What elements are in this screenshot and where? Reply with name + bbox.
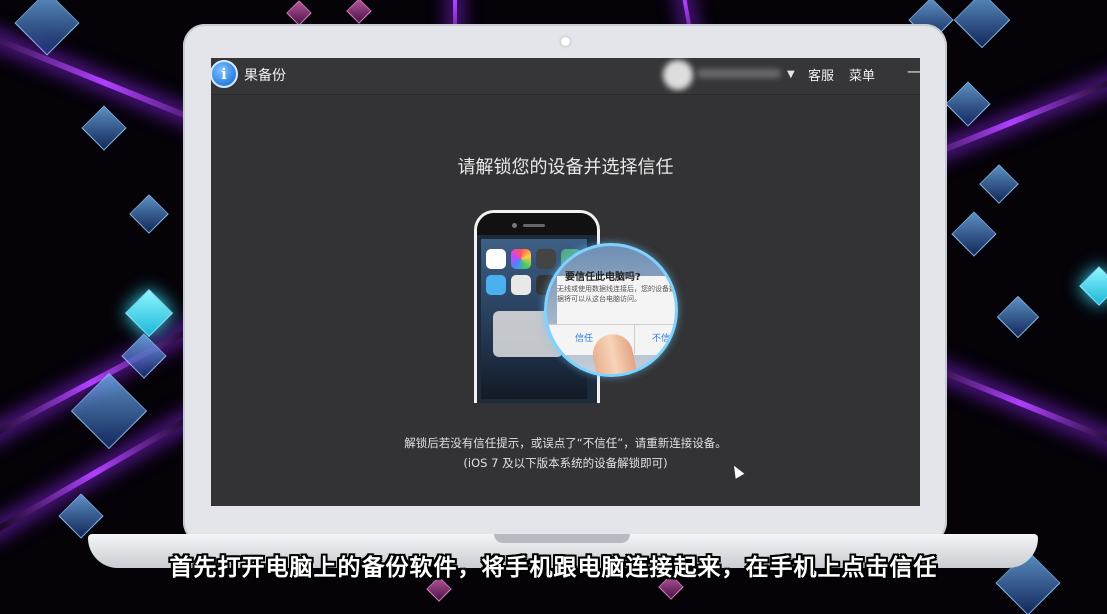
phone-speaker <box>477 213 597 235</box>
ios-version-hint: (iOS 7 及以下版本系统的设备解锁即可) <box>463 456 668 470</box>
page-heading: 请解锁您的设备并选择信任 <box>457 157 674 178</box>
customer-service-button[interactable]: 客服 <box>808 65 834 84</box>
app-title: 果备份 <box>244 68 286 84</box>
crystal <box>286 0 312 26</box>
crystal <box>124 288 174 338</box>
logo-icon-glyph: i <box>221 65 227 83</box>
trust-dialog-title: 要信任此电脑吗? <box>565 272 641 283</box>
dont-trust-button: 不信 <box>652 334 671 344</box>
laptop-camera <box>561 37 570 46</box>
weather-icon <box>486 275 506 295</box>
crystal <box>346 0 372 24</box>
reminders-icon <box>511 275 531 295</box>
crystal <box>945 81 991 127</box>
crystal <box>953 0 1011 49</box>
crystal <box>951 211 997 257</box>
magnified-trust-dialog: 要信任此电脑吗? 无线或使用数据线连接后，您的设备数据将可以从这台电脑访问。 信… <box>544 243 678 377</box>
app-window: i 果备份 ▼ 客服 菜单 — 请解锁您的设备并选择信任 要信任此电脑吗 <box>211 58 920 506</box>
menu-button[interactable]: 菜单 <box>849 65 875 84</box>
crystal <box>1079 266 1107 306</box>
button-divider <box>634 324 635 354</box>
app-logo-icon: i <box>211 60 238 88</box>
avatar[interactable] <box>663 60 693 90</box>
reconnect-hint: 解锁后若没有信任提示，或误点了“不信任”，请重新连接设备。 <box>404 436 727 450</box>
title-bar: i 果备份 ▼ 客服 菜单 — <box>211 58 920 95</box>
camera-icon <box>536 249 556 269</box>
account-name-blurred[interactable] <box>697 69 781 78</box>
crystal <box>81 105 127 151</box>
crystal <box>996 295 1040 339</box>
calendar-icon <box>486 249 506 269</box>
crystal <box>979 164 1019 204</box>
crystal <box>58 493 104 539</box>
chevron-down-icon[interactable]: ▼ <box>787 69 795 80</box>
minimize-icon[interactable]: — <box>907 62 920 80</box>
video-subtitle: 首先打开电脑上的备份软件，将手机跟电脑连接起来，在手机上点击信任 <box>169 555 938 581</box>
crystal <box>129 194 169 234</box>
laptop-notch <box>494 534 630 543</box>
crystal <box>121 333 167 379</box>
photos-icon <box>511 249 531 269</box>
trust-dialog-body: 无线或使用数据线连接后，您的设备数据将可以从这台电脑访问。 <box>557 285 676 303</box>
trust-button: 信任 <box>575 334 594 344</box>
